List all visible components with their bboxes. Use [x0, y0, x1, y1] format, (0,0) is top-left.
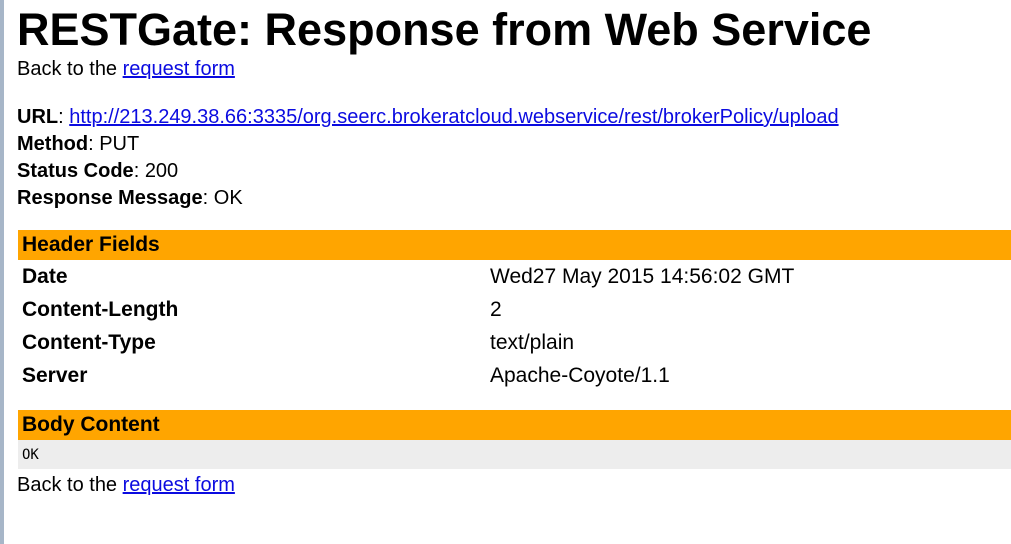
message-label: Response Message	[17, 187, 203, 209]
header-fields-table: Header Fields Date Wed27 May 2015 14:56:…	[18, 230, 1011, 392]
header-name: Content-Type	[22, 330, 156, 354]
table-row: Date Wed27 May 2015 14:56:02 GMT	[18, 260, 1011, 293]
back-link-prefix: Back to the	[17, 58, 123, 80]
status-line: Status Code: 200	[17, 158, 1011, 185]
method-line: Method: PUT	[17, 131, 1011, 158]
body-content-text: OK	[18, 440, 1011, 469]
url-link[interactable]: http://213.249.38.66:3335/org.seerc.brok…	[69, 106, 838, 128]
body-content-title: Body Content	[18, 410, 1011, 440]
status-label: Status Code	[17, 160, 134, 182]
response-meta: URL: http://213.249.38.66:3335/org.seerc…	[17, 104, 1011, 212]
url-line: URL: http://213.249.38.66:3335/org.seerc…	[17, 104, 1011, 131]
header-value: text/plain	[490, 330, 575, 354]
table-row: Content-Length 2	[18, 293, 1011, 326]
request-form-link[interactable]: request form	[123, 58, 235, 80]
status-value: 200	[144, 160, 179, 182]
header-fields-title: Header Fields	[18, 230, 1011, 260]
message-value: OK	[213, 187, 243, 209]
message-line: Response Message: OK	[17, 185, 1011, 212]
back-link-prefix: Back to the	[17, 474, 123, 496]
message-separator: :	[202, 187, 214, 209]
body-content-table: Body Content OK	[18, 410, 1011, 469]
status-separator: :	[133, 160, 145, 182]
header-value: Apache-Coyote/1.1	[490, 363, 670, 387]
method-separator: :	[88, 133, 100, 155]
window-left-border	[0, 0, 4, 544]
header-value: 2	[490, 297, 502, 321]
header-name: Content-Length	[22, 297, 179, 321]
method-value: PUT	[99, 133, 140, 155]
url-separator: :	[58, 106, 70, 128]
header-value: Wed27 May 2015 14:56:02 GMT	[490, 264, 795, 288]
header-name: Server	[22, 363, 88, 387]
header-name: Date	[22, 264, 68, 288]
page-content: RESTGate: Response from Web Service Back…	[17, 0, 1011, 499]
table-row: Content-Type text/plain	[18, 326, 1011, 359]
table-row: Server Apache-Coyote/1.1	[18, 359, 1011, 392]
request-form-link[interactable]: request form	[123, 474, 235, 496]
back-link-top: Back to the request form	[17, 56, 1011, 83]
back-link-bottom: Back to the request form	[17, 472, 1011, 499]
method-label: Method	[17, 133, 89, 155]
page-title: RESTGate: Response from Web Service	[17, 4, 872, 55]
url-label: URL	[17, 106, 59, 128]
